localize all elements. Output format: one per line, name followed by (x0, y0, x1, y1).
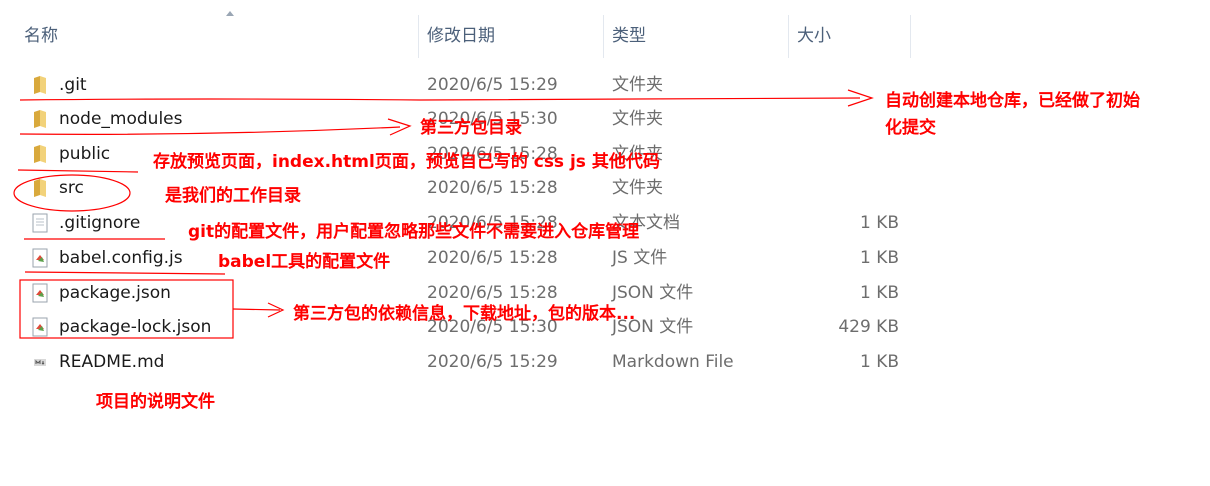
folder-icon (34, 110, 46, 128)
file-size: 1 KB (859, 213, 899, 233)
json-file-icon (32, 283, 48, 303)
file-name[interactable]: node_modules (59, 102, 183, 136)
file-date: 2020/6/5 15:28 (427, 178, 558, 198)
file-size: 1 KB (859, 283, 899, 303)
file-name[interactable]: README.md (59, 345, 164, 379)
column-header-type-label: 类型 (612, 26, 646, 46)
folder-icon (34, 145, 46, 163)
column-header-size[interactable]: 大小 (788, 15, 910, 58)
folder-icon (34, 76, 46, 94)
file-row-readme[interactable]: README.md 2020/6/5 15:29 Markdown File 1… (0, 345, 1118, 379)
file-list-pane: 名称 修改日期 类型 大小 .git 2020/6/5 15:29 文件夹 no… (0, 0, 1118, 486)
file-row-babel-config[interactable]: babel.config.js 2020/6/5 15:28 JS 文件 1 K… (0, 241, 1118, 275)
column-divider (910, 15, 911, 58)
annotation-node-modules: 第三方包目录 (420, 118, 522, 138)
file-size: 1 KB (859, 352, 899, 372)
annotation-package: 第三方包的依赖信息，下载地址，包的版本... (293, 304, 636, 324)
file-type: 文件夹 (612, 109, 663, 129)
column-header-type[interactable]: 类型 (603, 15, 787, 58)
file-name[interactable]: .gitignore (59, 206, 140, 240)
file-name[interactable]: package.json (59, 276, 171, 310)
column-header-date[interactable]: 修改日期 (418, 15, 602, 58)
file-name[interactable]: babel.config.js (59, 241, 183, 275)
json-file-icon (32, 317, 48, 337)
column-header-date-label: 修改日期 (427, 26, 495, 46)
column-header-bar: 名称 修改日期 类型 大小 (0, 11, 1118, 58)
js-file-icon (32, 248, 48, 268)
file-type: 文件夹 (612, 178, 663, 198)
text-document-icon (32, 213, 48, 233)
file-type: Markdown File (612, 352, 734, 372)
file-date: 2020/6/5 15:29 (427, 352, 558, 372)
folder-icon (34, 179, 46, 197)
sort-ascending-icon (226, 11, 234, 16)
file-date: 2020/6/5 15:28 (427, 248, 558, 268)
annotation-git: 自动创建本地仓库，已经做了初始化提交 (885, 91, 1140, 138)
file-name[interactable]: .git (59, 68, 87, 102)
file-type: 文件夹 (612, 75, 663, 95)
column-header-name[interactable]: 名称 (16, 11, 416, 58)
column-header-name-label: 名称 (24, 26, 58, 46)
markdown-file-icon (34, 359, 46, 366)
file-date: 2020/6/5 15:29 (427, 75, 558, 95)
file-name[interactable]: src (59, 171, 84, 205)
file-type: JS 文件 (612, 248, 668, 268)
annotation-readme: 项目的说明文件 (96, 392, 215, 412)
annotation-public: 存放预览页面，index.html页面，预览自己写的 css js 其他代码 (153, 152, 660, 172)
file-size: 1 KB (859, 248, 899, 268)
annotation-src: 是我们的工作目录 (165, 186, 301, 206)
annotation-babel: babel工具的配置文件 (218, 252, 391, 272)
file-size: 429 KB (838, 317, 899, 337)
file-name[interactable]: public (59, 137, 110, 171)
annotation-gitignore: git的配置文件，用户配置忽略那些文件不需要进入仓库管理 (188, 222, 640, 242)
column-header-size-label: 大小 (797, 26, 831, 46)
file-name[interactable]: package-lock.json (59, 310, 211, 344)
